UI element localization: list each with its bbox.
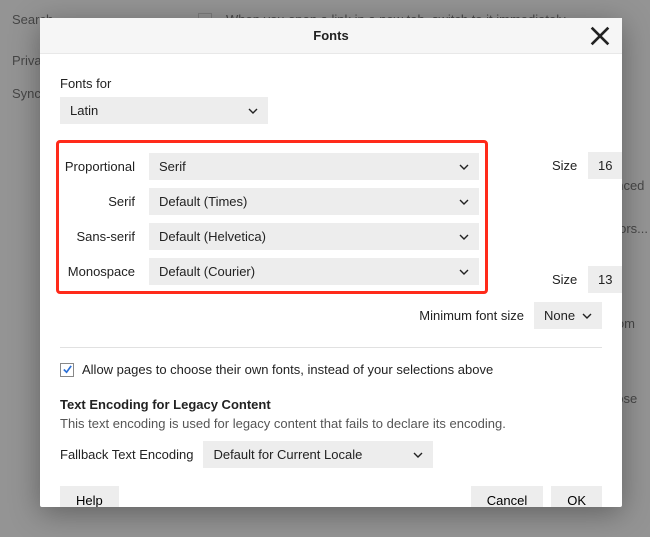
monospace-value: Default (Courier) [159, 264, 255, 279]
monospace-select[interactable]: Default (Courier) [149, 258, 479, 285]
dialog-header: Fonts [40, 18, 622, 54]
divider [60, 347, 602, 348]
chevron-down-icon [413, 450, 423, 460]
serif-value: Default (Times) [159, 194, 247, 209]
chevron-down-icon [459, 162, 469, 172]
highlight-annotation: Proportional Serif Serif Default (Times)… [56, 140, 488, 294]
proportional-select[interactable]: Serif [149, 153, 479, 180]
fallback-encoding-value: Default for Current Locale [213, 447, 362, 462]
dialog-title: Fonts [313, 28, 348, 43]
serif-select[interactable]: Default (Times) [149, 188, 479, 215]
cancel-button[interactable]: Cancel [471, 486, 543, 507]
close-icon[interactable] [590, 26, 610, 46]
help-button[interactable]: Help [60, 486, 119, 507]
fallback-encoding-select[interactable]: Default for Current Locale [203, 441, 433, 468]
allow-pages-checkbox[interactable] [60, 363, 74, 377]
chevron-down-icon [248, 106, 258, 116]
proportional-label: Proportional [61, 159, 141, 174]
chevron-down-icon [459, 232, 469, 242]
min-font-label: Minimum font size [419, 308, 524, 323]
min-font-value: None [544, 308, 575, 323]
allow-pages-label: Allow pages to choose their own fonts, i… [82, 362, 493, 377]
proportional-value: Serif [159, 159, 186, 174]
proportional-size-select[interactable]: 16 [588, 152, 622, 179]
encoding-desc: This text encoding is used for legacy co… [60, 416, 602, 431]
proportional-size-value: 16 [598, 158, 612, 173]
sans-serif-value: Default (Helvetica) [159, 229, 266, 244]
fonts-dialog: Fonts Fonts for Latin Proportional Serif [40, 18, 622, 507]
fallback-encoding-label: Fallback Text Encoding [60, 447, 193, 462]
monospace-size-value: 13 [598, 272, 612, 287]
sans-serif-select[interactable]: Default (Helvetica) [149, 223, 479, 250]
monospace-label: Monospace [61, 264, 141, 279]
fonts-for-value: Latin [70, 103, 98, 118]
chevron-down-icon [582, 311, 592, 321]
ok-button[interactable]: OK [551, 486, 602, 507]
chevron-down-icon [459, 267, 469, 277]
min-font-select[interactable]: None [534, 302, 602, 329]
encoding-heading: Text Encoding for Legacy Content [60, 397, 602, 412]
monospace-size-select[interactable]: 13 [588, 266, 622, 293]
monospace-size-label: Size [552, 272, 582, 287]
chevron-down-icon [459, 197, 469, 207]
sans-serif-label: Sans-serif [61, 229, 141, 244]
serif-label: Serif [61, 194, 141, 209]
fonts-for-label: Fonts for [60, 76, 602, 91]
fonts-for-select[interactable]: Latin [60, 97, 268, 124]
proportional-size-label: Size [552, 158, 582, 173]
